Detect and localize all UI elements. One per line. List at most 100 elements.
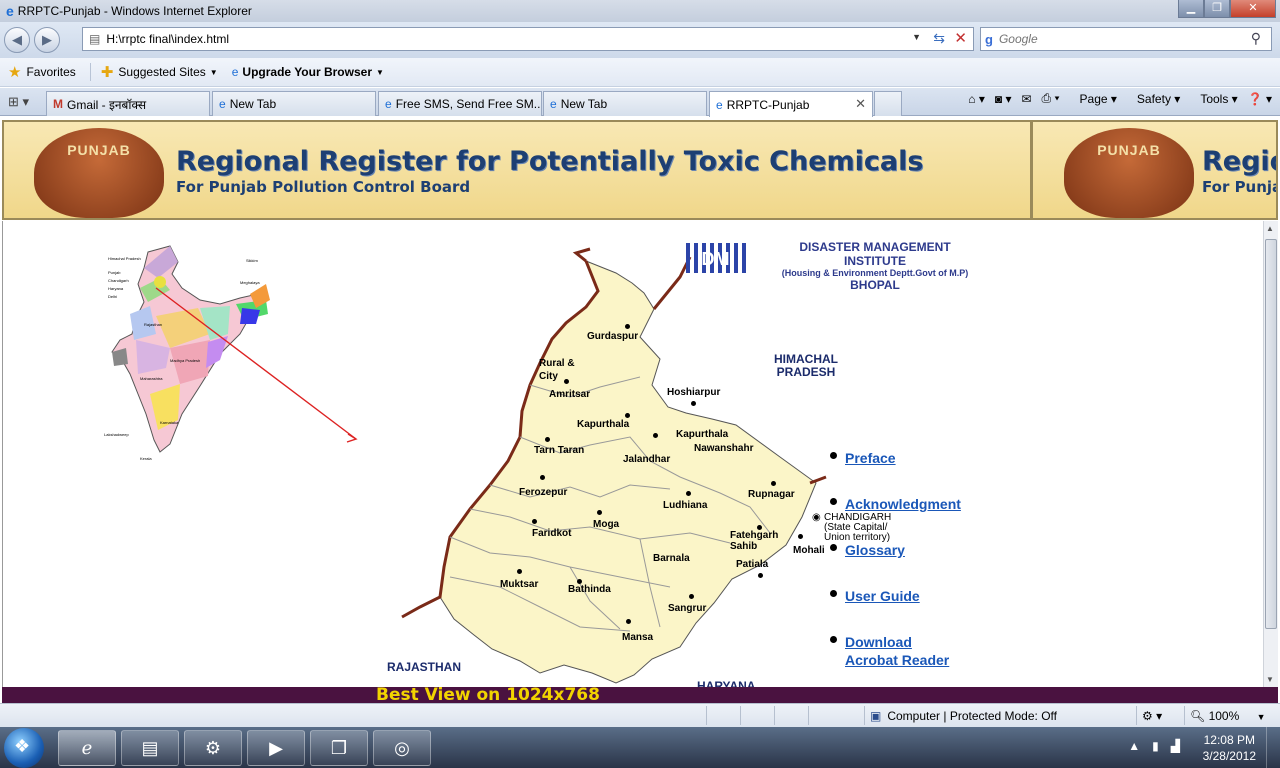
system-tray: ▲ ▮ ▟ — [1116, 739, 1180, 753]
media-player-icon: ▶ — [269, 738, 283, 758]
start-button[interactable]: ❖ — [4, 728, 44, 768]
clock-date: 3/28/2012 — [1202, 749, 1256, 763]
tab-label: New Tab — [560, 97, 608, 111]
tab-new-2[interactable]: e New Tab — [543, 91, 707, 116]
ie-window: e RRPTC-Punjab - Windows Internet Explor… — [0, 0, 1280, 768]
seal-label: PUNJAB — [67, 142, 131, 158]
dmi-sub: (Housing & Environment Deptt.Govt of M.P… — [781, 268, 969, 278]
glossary-link[interactable]: Glossary — [845, 541, 905, 559]
help-icon[interactable]: ❓ ▾ — [1248, 92, 1272, 106]
refresh-icon[interactable]: ⇆ — [933, 30, 945, 47]
window-app-icon: ❐ — [330, 738, 348, 758]
address-dropdown-icon[interactable]: ▼ — [912, 32, 921, 42]
mail-icon[interactable]: ✉ — [1021, 92, 1031, 106]
tab-new-1[interactable]: e New Tab — [212, 91, 376, 116]
tools-menu[interactable]: Tools ▾ — [1190, 92, 1237, 106]
page-content: PUNJAB Regional Register for Potentially… — [0, 117, 1280, 703]
vertical-scrollbar[interactable]: ▲ ▼ — [1263, 221, 1278, 687]
taskbar-settings[interactable]: ⚙ — [184, 730, 242, 766]
banner-title-repeat: Regional Register for Potentially Toxic … — [1202, 146, 1276, 177]
svg-text:Madhya Pradesh: Madhya Pradesh — [170, 358, 200, 363]
tab-free-sms[interactable]: e Free SMS, Send Free SM... — [378, 91, 542, 116]
district-dot — [758, 573, 763, 578]
best-view-text: Best View on 1024x768 — [376, 685, 600, 703]
scroll-thumb[interactable] — [1265, 239, 1277, 629]
dmi-city: BHOPAL — [850, 278, 900, 292]
district-hoshiarpur: Hoshiarpur — [667, 387, 721, 398]
ie-tab-icon: e — [716, 97, 723, 112]
scroll-down-icon[interactable]: ▼ — [1266, 675, 1274, 684]
taskbar-media[interactable]: ▶ — [247, 730, 305, 766]
taskbar-ie[interactable]: ℯ — [58, 730, 116, 766]
network-icon[interactable]: ▮ — [1152, 739, 1159, 753]
suggested-sites-button[interactable]: ✚ Suggested Sites ▼ — [101, 63, 218, 81]
district-dot — [771, 481, 776, 486]
zoom-control[interactable]: 🔍︎ 100% ▼ — [1190, 709, 1266, 723]
stop-icon[interactable]: ✕ — [954, 29, 967, 47]
bullet-icon — [830, 544, 837, 551]
chandigarh-label: ◉ CHANDIGARH (State Capital/ Union terri… — [812, 513, 908, 543]
favorites-button[interactable]: ★ Favorites — [8, 63, 76, 81]
ie-taskbar-icon: ℯ — [81, 738, 93, 758]
search-box[interactable]: g ⚲ — [980, 27, 1272, 51]
clock-time: 12:08 PM — [1203, 733, 1255, 747]
svg-text:DMI: DMI — [702, 249, 735, 269]
search-input[interactable] — [998, 32, 1229, 46]
zone-text: Computer | Protected Mode: Off — [887, 709, 1057, 723]
quick-tabs-icon[interactable]: ⊞ ▾ — [8, 94, 29, 110]
page-menu-label: Page — [1079, 91, 1108, 106]
upgrade-browser-button[interactable]: e Upgrade Your Browser ▼ — [232, 65, 384, 79]
svg-text:Haryana: Haryana — [108, 286, 124, 291]
security-zone[interactable]: ▣ Computer | Protected Mode: Off — [870, 709, 1057, 723]
safety-menu[interactable]: Safety ▾ — [1127, 92, 1180, 106]
district-jalandhar: Jalandhar — [623, 454, 671, 465]
zoom-level: 100% — [1208, 709, 1240, 723]
district-dot — [653, 433, 658, 438]
back-button[interactable]: ◀ — [4, 27, 30, 53]
tray-expand-icon[interactable]: ▲ — [1128, 739, 1140, 753]
address-bar[interactable]: ▤ H:\rrptc final\index.html ▼ ⇆ ✕ — [82, 27, 974, 51]
minimize-button[interactable]: ▁ — [1178, 0, 1204, 18]
taskbar-app[interactable]: ❐ — [310, 730, 368, 766]
tab-rrptc[interactable]: e RRPTC-Punjab ✕ — [709, 91, 873, 117]
tab-gmail[interactable]: M Gmail - इनबॉक्स — [46, 91, 210, 116]
forward-button[interactable]: ▶ — [34, 27, 60, 53]
acrobat-reader-link[interactable]: Acrobat Reader — [845, 651, 949, 669]
district-tarn-taran: Tarn Taran — [534, 445, 585, 456]
maximize-button[interactable]: ❐ — [1204, 0, 1230, 18]
bullet-icon — [830, 590, 837, 597]
protected-mode-icon[interactable]: ⚙ ▾ — [1142, 709, 1162, 723]
taskbar-explorer[interactable]: ▤ — [121, 730, 179, 766]
search-icon[interactable]: ⚲ — [1251, 30, 1261, 47]
star-icon: ★ — [8, 64, 22, 81]
acknowledgment-link[interactable]: Acknowledgment — [845, 495, 961, 513]
show-desktop-button[interactable] — [1266, 727, 1280, 768]
new-tab-button[interactable] — [874, 91, 902, 116]
district-dot — [626, 619, 631, 624]
scroll-up-icon[interactable]: ▲ — [1266, 224, 1274, 233]
capital-marker-icon: ◉ — [812, 512, 821, 523]
zoom-icon: 🔍︎ — [1190, 709, 1206, 723]
download-link[interactable]: Download — [845, 633, 912, 651]
preface-link[interactable]: Preface — [845, 449, 896, 467]
chevron-down-icon: ▼ — [376, 67, 384, 77]
page-menu[interactable]: Page ▾ — [1070, 92, 1117, 106]
tab-label: Gmail - इनबॉक्स — [67, 97, 147, 112]
close-window-button[interactable]: ✕ — [1230, 0, 1276, 18]
district-gurdaspur: Gurdaspur — [587, 331, 639, 342]
user-guide-link[interactable]: User Guide — [845, 587, 920, 605]
dmi-heading: DISASTER MANAGEMENT INSTITUTE (Housing &… — [770, 240, 980, 292]
district-barnala: Barnala — [653, 553, 690, 564]
taskbar-chrome[interactable]: ◎ — [373, 730, 431, 766]
feeds-icon[interactable]: ◙ ▾ — [995, 92, 1012, 106]
ie-page-icon: e — [231, 65, 239, 79]
clock[interactable]: 12:08 PM 3/28/2012 — [1203, 732, 1256, 764]
district-mansa: Mansa — [622, 632, 654, 643]
footer-strip: Best View on 1024x768 — [2, 685, 1278, 703]
signal-icon[interactable]: ▟ — [1171, 739, 1180, 753]
close-tab-icon[interactable]: ✕ — [855, 96, 866, 112]
district-dot — [597, 510, 602, 515]
print-icon[interactable]: ⎙ ▾ — [1042, 91, 1060, 106]
district-nawanshahr: Nawanshahr — [694, 443, 754, 454]
home-icon[interactable]: ⌂ ▾ — [968, 92, 985, 106]
